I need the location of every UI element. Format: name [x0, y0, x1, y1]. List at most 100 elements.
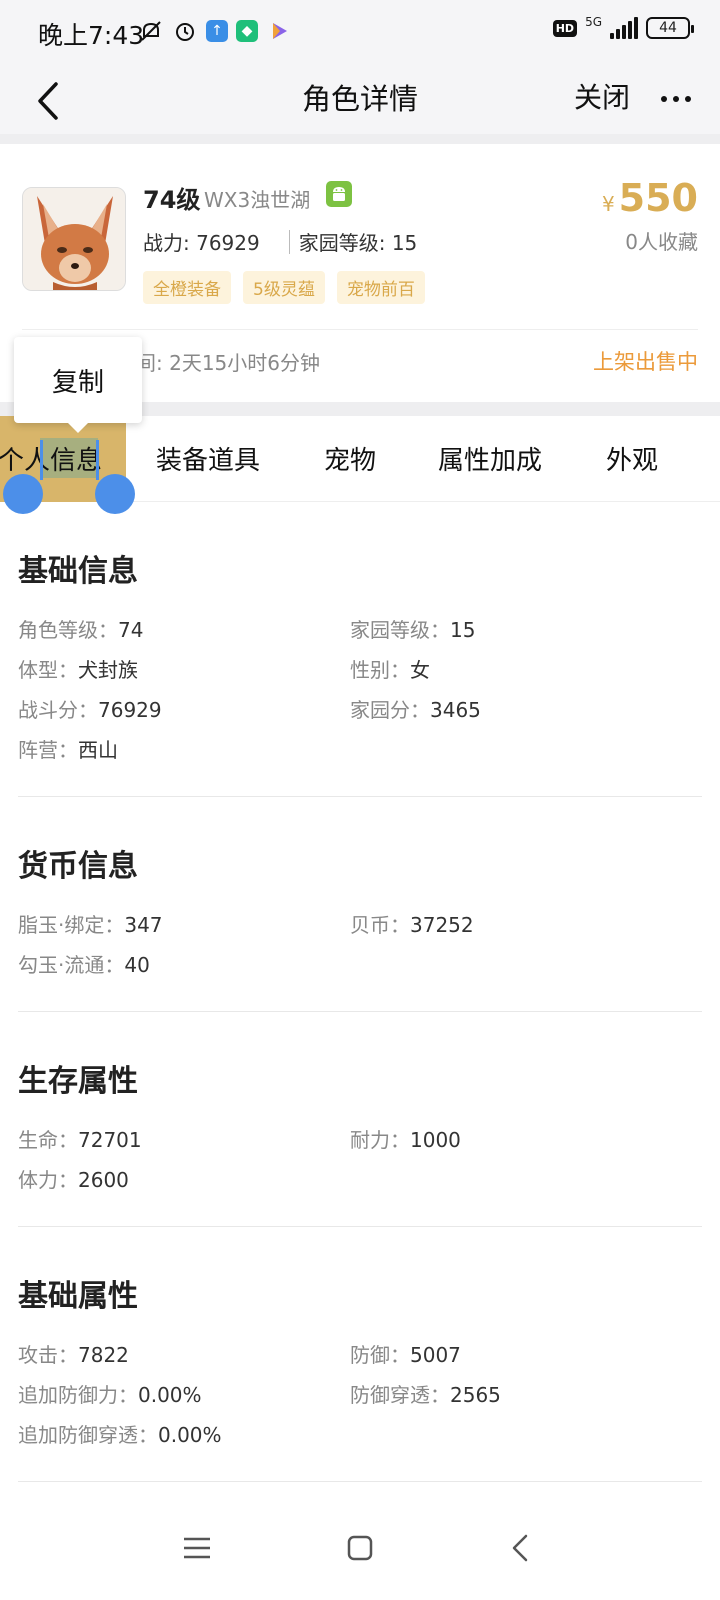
tab-label-selected: 信息 [50, 446, 103, 476]
info-key: 生命： [18, 1127, 78, 1152]
info-row: 脂玉·绑定：347 贝币：37252 [18, 903, 682, 943]
battery-icon: 44 [646, 17, 694, 39]
info-row: 体力：2600 [18, 1158, 682, 1198]
info-key: 耐力： [350, 1127, 410, 1152]
price-symbol: ¥ [601, 192, 615, 216]
info-cell: 角色等级：74 [18, 614, 350, 643]
info-value: 0.00% [158, 1422, 222, 1447]
upload-app-icon: ↑ [206, 20, 228, 42]
info-value: 犬封族 [78, 657, 138, 682]
info-row: 角色等级：74 家园等级：15 [18, 608, 682, 648]
info-cell: 追加防御力：0.00% [18, 1379, 350, 1408]
close-button[interactable]: 关闭 [574, 76, 630, 116]
info-cell: 脂玉·绑定：347 [18, 909, 350, 938]
menu-icon [184, 1537, 210, 1559]
copy-button[interactable]: 复制 [14, 337, 142, 433]
home-level: 家园等级: 15 [298, 231, 418, 255]
info-value: 347 [124, 912, 163, 937]
tab-attributes[interactable]: 属性加成 [438, 440, 542, 477]
info-value: 15 [450, 617, 476, 642]
info-value: 西山 [78, 737, 118, 762]
info-row: 勾玉·流通：40 [18, 943, 682, 983]
server-name: WX3浊世湖 [204, 188, 311, 212]
tab-pets[interactable]: 宠物 [324, 440, 376, 477]
chevron-left-icon [38, 82, 58, 120]
network-type: 5G [585, 15, 602, 29]
info-row: 生命：72701 耐力：1000 [18, 1118, 682, 1158]
info-value: 74 [118, 617, 144, 642]
info-cell: 勾玉·流通：40 [18, 949, 368, 978]
home-square-icon [347, 1535, 373, 1561]
section-title: 货币信息 [18, 849, 138, 884]
info-row: 攻击：7822 防御：5007 [18, 1333, 682, 1373]
info-row: 战斗分：76929 家园分：3465 [18, 688, 682, 728]
info-key: 阵营： [18, 737, 78, 762]
tab-personal-info-label[interactable]: 个人信息 [0, 440, 102, 477]
info-key: 防御： [350, 1342, 410, 1367]
back-button[interactable] [32, 74, 72, 124]
info-cell: 防御穿透：2565 [350, 1379, 682, 1408]
avatar[interactable] [22, 187, 126, 291]
home-button[interactable] [340, 1528, 380, 1568]
info-key: 性别： [350, 657, 410, 682]
info-value: 5007 [410, 1342, 461, 1367]
info-cell: 体力：2600 [18, 1164, 368, 1193]
info-cell: 生命：72701 [18, 1124, 350, 1153]
info-value: 76929 [98, 697, 162, 722]
info-cell: 追加防御穿透：0.00% [18, 1419, 368, 1448]
system-nav-bar [0, 1500, 720, 1600]
info-cell: 防御：5007 [350, 1339, 682, 1368]
info-row: 阵营：西山 [18, 728, 682, 768]
tab-appearance[interactable]: 外观 [606, 440, 658, 477]
tab-equipment[interactable]: 装备道具 [156, 440, 260, 477]
info-key: 追加防御力： [18, 1382, 138, 1407]
status-bar: 晚上7:43 ↑ ◆ HD 5G 44 [0, 0, 720, 64]
info-cell: 性别：女 [350, 654, 682, 683]
info-value: 1000 [410, 1127, 461, 1152]
more-button[interactable] [658, 84, 694, 114]
menu-button[interactable] [177, 1528, 217, 1568]
selection-handle-left-bar [40, 440, 43, 480]
back-chevron-icon [512, 1534, 528, 1562]
info-value: 3465 [430, 697, 481, 722]
info-key: 脂玉·绑定： [18, 912, 125, 937]
info-key: 家园等级： [350, 617, 450, 642]
android-icon [326, 181, 352, 207]
alarm-clock-icon [172, 18, 198, 44]
info-row: 追加防御穿透：0.00% [18, 1413, 682, 1453]
section-title: 基础属性 [18, 1279, 138, 1314]
listing-status: 上架出售中 [593, 350, 698, 374]
info-section: 基础信息 角色等级：74 家园等级：15 体型：犬封族 性别：女 战斗分：76929 家园分… [18, 502, 702, 797]
info-row: 追加防御力：0.00% 防御穿透：2565 [18, 1373, 682, 1413]
tag: 5级灵蕴 [243, 271, 325, 304]
info-section: 货币信息 脂玉·绑定：347 贝币：37252 勾玉·流通：40 [18, 797, 702, 1012]
info-section: 基础属性 攻击：7822 防御：5007 追加防御力：0.00% 防御穿透：2565 追加… [18, 1227, 702, 1482]
info-key: 体力： [18, 1167, 78, 1192]
info-key: 贝币： [350, 912, 410, 937]
info-value: 女 [410, 657, 430, 682]
section-title: 生存属性 [18, 1064, 138, 1099]
tag: 全橙装备 [143, 271, 231, 304]
info-row: 体型：犬封族 性别：女 [18, 648, 682, 688]
info-key: 战斗分： [18, 697, 98, 722]
info-section: 生存属性生命：72701 耐力：1000 体力：2600 [18, 1012, 702, 1227]
more-dots-icon [661, 96, 691, 102]
favorite-count[interactable]: 0人收藏 [625, 226, 698, 255]
back-nav-button[interactable] [502, 1528, 542, 1568]
status-right: HD 5G 44 [552, 15, 694, 39]
info-key: 体型： [18, 657, 78, 682]
info-cell: 阵营：西山 [18, 734, 368, 763]
signal-icon [610, 17, 638, 39]
stat-separator [288, 229, 290, 254]
info-value: 2600 [78, 1167, 129, 1192]
status-time: 晚上7:43 [38, 21, 145, 50]
info-key: 家园分： [350, 697, 430, 722]
price: ¥ 550 [602, 176, 698, 220]
info-cell: 贝币：37252 [350, 909, 682, 938]
section-title: 基础信息 [18, 554, 138, 589]
status-icons: ↑ ◆ [138, 18, 292, 44]
tag-list: 全橙装备 5级灵蕴 宠物前百 [143, 271, 425, 304]
info-cell: 体型：犬封族 [18, 654, 350, 683]
info-value: 2565 [450, 1382, 501, 1407]
